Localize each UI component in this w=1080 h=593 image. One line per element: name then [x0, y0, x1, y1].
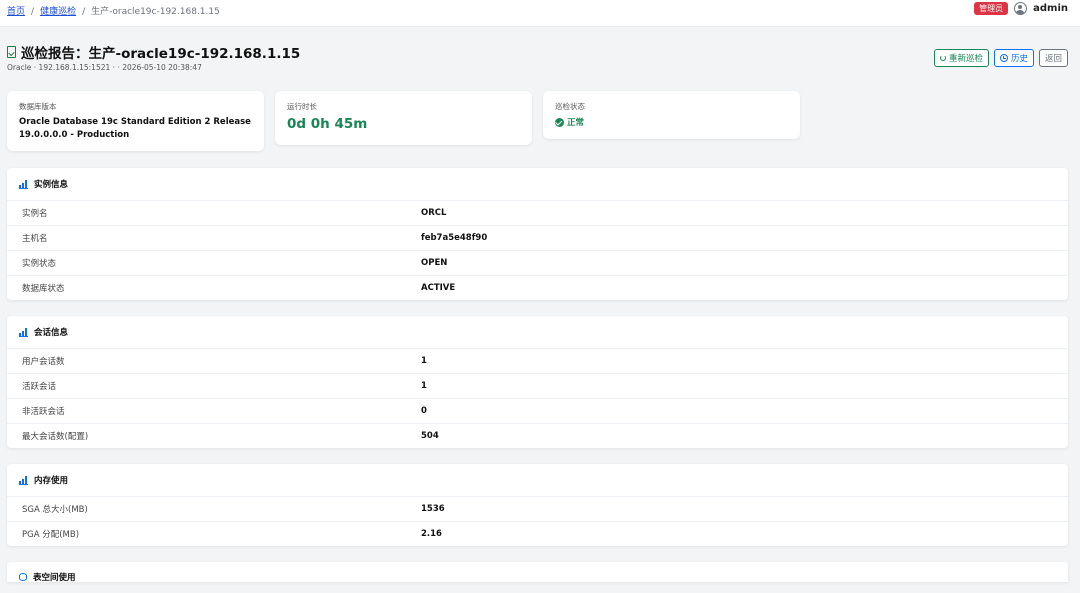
table-row: 最大会话数(配置) 504 [7, 423, 1068, 448]
row-value: 0 [421, 406, 427, 416]
breadcrumb-current: 生产-oracle19c-192.168.1.15 [91, 7, 220, 17]
instance-info-section: 实例信息 实例名 ORCL 主机名 feb7a5e48f90 实例状态 OPEN… [7, 168, 1068, 300]
row-label: 主机名 [22, 234, 48, 244]
row-value: ORCL [421, 208, 447, 218]
table-row: 非活跃会话 0 [7, 398, 1068, 423]
section-header: 会话信息 [7, 316, 1068, 348]
section-header: 内存使用 [7, 464, 1068, 496]
check-circle-icon [555, 117, 564, 127]
row-value: 1 [421, 356, 427, 366]
bar-chart-icon [19, 180, 28, 189]
clock-icon [999, 54, 1008, 62]
username[interactable]: admin [1033, 3, 1068, 14]
table-row: 主机名 feb7a5e48f90 [7, 225, 1068, 250]
row-label: PGA 分配(MB) [22, 530, 80, 540]
history-button[interactable]: 历史 [993, 49, 1034, 67]
db-version-card: 数据库版本 Oracle Database 19c Standard Editi… [7, 91, 264, 151]
breadcrumb-separator: / [82, 7, 86, 17]
refresh-icon [939, 55, 946, 61]
row-label: 数据库状态 [22, 284, 65, 294]
inspection-status-badge: 正常 [555, 116, 788, 128]
user-avatar-icon[interactable] [1014, 2, 1028, 15]
section-header: 实例信息 [7, 168, 1068, 200]
page-subtitle: Oracle · 192.168.1.15:1521 · · 2026-05-1… [7, 63, 202, 72]
section-title: 内存使用 [34, 476, 69, 486]
table-row: 活跃会话 1 [7, 373, 1068, 398]
user-area: 管理员 admin [974, 2, 1068, 15]
history-label: 历史 [1010, 54, 1028, 64]
row-label: 非活跃会话 [22, 407, 65, 417]
row-value: 2.16 [421, 529, 442, 539]
breadcrumb: 首页 / 健康巡检 / 生产-oracle19c-192.168.1.15 [7, 4, 220, 17]
uptime-card: 运行时长 0d 0h 45m [275, 91, 532, 145]
row-label: 实例名 [22, 209, 48, 219]
section-title: 表空间使用 [33, 573, 76, 583]
row-label: SGA 总大小(MB) [22, 505, 88, 515]
top-bar: 首页 / 健康巡检 / 生产-oracle19c-192.168.1.15 管理员 ad… [0, 0, 1080, 27]
tablespace-usage-section: 表空间使用 [7, 562, 1068, 583]
bar-chart-icon [19, 476, 28, 485]
row-label: 活跃会话 [22, 382, 57, 392]
table-row: 实例名 ORCL [7, 200, 1068, 225]
inspection-status-value: 正常 [567, 118, 585, 128]
row-value: OPEN [421, 258, 448, 268]
db-version-label: 数据库版本 [19, 102, 57, 111]
page-title: 巡检报告：生产-oracle19c-192.168.1.15 [7, 42, 300, 62]
section-title: 实例信息 [34, 180, 69, 190]
table-row: 用户会话数 1 [7, 348, 1068, 373]
section-title: 会话信息 [34, 328, 69, 338]
uptime-value: 0d 0h 45m [287, 116, 368, 132]
role-badge: 管理员 [974, 2, 1009, 15]
row-label: 最大会话数(配置) [22, 432, 89, 442]
breadcrumb-inspection-link[interactable]: 健康巡检 [40, 7, 76, 17]
bar-chart-icon [19, 328, 28, 337]
database-icon [19, 573, 27, 581]
row-value: feb7a5e48f90 [421, 233, 488, 243]
row-value: ACTIVE [421, 283, 456, 293]
table-row: SGA 总大小(MB) 1536 [7, 496, 1068, 521]
back-button[interactable]: 返回 [1038, 49, 1068, 67]
row-label: 实例状态 [22, 259, 57, 269]
memory-usage-section: 内存使用 SGA 总大小(MB) 1536 PGA 分配(MB) 2.16 [7, 464, 1068, 546]
breadcrumb-separator: / [31, 7, 35, 17]
action-buttons: 重新巡检 历史 返回 [933, 49, 1068, 67]
row-value: 1536 [421, 504, 445, 514]
row-label: 用户会话数 [22, 357, 65, 367]
table-row: PGA 分配(MB) 2.16 [7, 521, 1068, 546]
section-header: 表空间使用 [7, 561, 1068, 593]
breadcrumb-home-link[interactable]: 首页 [7, 7, 25, 17]
uptime-label: 运行时长 [287, 102, 317, 111]
table-row: 实例状态 OPEN [7, 250, 1068, 275]
page-title-text: 巡检报告：生产-oracle19c-192.168.1.15 [21, 46, 301, 62]
inspection-status-label: 巡检状态 [555, 102, 585, 111]
back-label: 返回 [1044, 54, 1062, 64]
rerun-inspection-button[interactable]: 重新巡检 [933, 49, 989, 67]
inspection-status-card: 巡检状态 正常 [543, 91, 800, 139]
report-document-icon [7, 46, 16, 58]
session-info-section: 会话信息 用户会话数 1 活跃会话 1 非活跃会话 0 最大会话数(配置) 50… [7, 316, 1068, 448]
row-value: 504 [421, 431, 439, 441]
rerun-inspection-label: 重新巡检 [948, 54, 983, 64]
db-version-value: Oracle Database 19c Standard Edition 2 R… [19, 117, 251, 140]
row-value: 1 [421, 381, 427, 391]
table-row: 数据库状态 ACTIVE [7, 275, 1068, 300]
